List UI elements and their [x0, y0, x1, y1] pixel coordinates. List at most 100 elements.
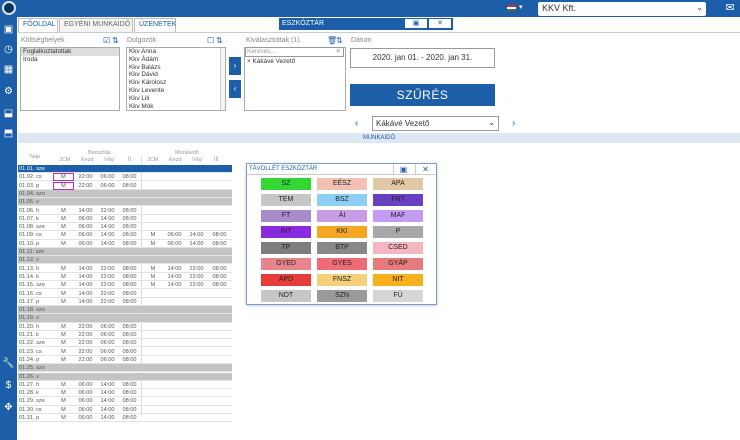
- table-cell[interactable]: 22:00: [97, 298, 118, 306]
- table-cell[interactable]: 14:00: [97, 381, 118, 389]
- table-cell[interactable]: 06:00: [75, 223, 96, 231]
- table-row[interactable]: 01.28. k M 06:00 14:00 08:00: [18, 389, 232, 398]
- table-cell[interactable]: 08:00: [119, 414, 140, 422]
- table-row[interactable]: 01.08. sze M 06:00 14:00 08:00: [18, 223, 232, 232]
- save-icon[interactable]: ▣: [405, 19, 427, 28]
- table-cell[interactable]: 22:00: [75, 356, 96, 364]
- table-row[interactable]: 01.15. sze M 14:00 22:00 08:00 M 14:00 22:00 08:…: [18, 281, 232, 290]
- filter-button[interactable]: SZŰRÉS: [350, 84, 495, 106]
- table-row[interactable]: 01.03. p M 22:00 06:00 08:00: [18, 181, 232, 190]
- table-cell[interactable]: 01.01. sze: [18, 165, 52, 173]
- prev-worker-icon[interactable]: ‹: [355, 118, 358, 129]
- table-row[interactable]: 01.25. szo: [18, 364, 232, 373]
- table-cell[interactable]: 08:00: [208, 240, 231, 248]
- table-cell[interactable]: 14:00: [97, 406, 118, 414]
- table-cell[interactable]: 06:00: [75, 397, 96, 405]
- clear-icon[interactable]: ✕: [336, 48, 341, 56]
- absence-code-button[interactable]: ÁI: [317, 210, 367, 222]
- table-row[interactable]: 01.05. v: [18, 198, 232, 207]
- absence-code-button[interactable]: FÜ: [373, 290, 423, 302]
- table-row[interactable]: 01.10. p M 06:00 14:00 08:00 M 06:00 14:00 08:00: [18, 240, 232, 248]
- employees-list[interactable]: Kkv Anna Kkv Ádám Kkv Balázs Kkv Dávid K…: [126, 47, 226, 111]
- table-cell[interactable]: 14:00: [97, 231, 118, 239]
- table-cell[interactable]: 08:00: [119, 273, 140, 281]
- mail-icon[interactable]: ✉: [724, 2, 736, 14]
- check-all-icon[interactable]: ☑: [103, 36, 110, 45]
- absence-code-button[interactable]: FT: [261, 210, 311, 222]
- absence-code-button[interactable]: FNSZ: [317, 274, 367, 286]
- calendar-icon[interactable]: ▦: [2, 63, 15, 76]
- list-item[interactable]: Kkv Balázs: [127, 64, 225, 72]
- table-row[interactable]: 01.21. k M 22:00 06:00 08:00: [18, 331, 232, 340]
- table-cell[interactable]: 22:00: [75, 339, 96, 347]
- checkbox-icon[interactable]: ☐: [207, 36, 214, 45]
- next-worker-icon[interactable]: ›: [512, 118, 515, 129]
- close-icon[interactable]: ✕: [429, 19, 451, 28]
- chevron-down-icon[interactable]: ▾: [519, 3, 523, 11]
- table-cell[interactable]: 08:00: [119, 298, 140, 306]
- table-cell[interactable]: 01.29. sze: [18, 397, 52, 405]
- list-item[interactable]: Kkv Levente: [127, 87, 225, 95]
- inbox-icon[interactable]: ⬓: [2, 107, 15, 120]
- table-cell[interactable]: 01.20. h: [18, 323, 52, 331]
- table-cell[interactable]: 01.22. sze: [18, 339, 52, 347]
- table-cell[interactable]: 14:00: [75, 298, 96, 306]
- table-cell[interactable]: 14:00: [75, 273, 96, 281]
- sort-icon[interactable]: ⇅: [216, 36, 223, 45]
- table-cell[interactable]: 08:00: [208, 281, 231, 289]
- absence-code-button[interactable]: EÉSZ: [317, 178, 367, 190]
- list-item[interactable]: Kkv Anna: [127, 48, 225, 56]
- table-cell[interactable]: 01.16. cs: [18, 290, 52, 298]
- table-cell[interactable]: 06:00: [97, 331, 118, 339]
- absence-code-button[interactable]: INT: [261, 226, 311, 238]
- table-cell[interactable]: 08:00: [119, 223, 140, 231]
- table-cell[interactable]: 01.31. p: [18, 414, 52, 422]
- table-cell[interactable]: 01.10. p: [18, 240, 52, 248]
- table-row[interactable]: 01.14. k M 14:00 22:00 08:00 M 14:00 22:00 08:00: [18, 273, 232, 282]
- table-cell[interactable]: 06:00: [97, 173, 118, 181]
- tab-individual-worktime[interactable]: EGYÉNI MUNKAIDŐ: [59, 18, 133, 32]
- tab-home[interactable]: FŐOLDAL: [18, 18, 58, 32]
- table-row[interactable]: 01.18. szo: [18, 306, 232, 315]
- table-cell[interactable]: 08:00: [119, 381, 140, 389]
- table-cell[interactable]: 22:00: [186, 273, 207, 281]
- search-input[interactable]: Keresés... ✕: [245, 47, 344, 57]
- wrench-icon[interactable]: 🔧: [2, 357, 15, 370]
- list-item[interactable]: Foglalkoztatottak: [21, 48, 119, 56]
- table-cell[interactable]: 22:00: [186, 265, 207, 273]
- table-cell[interactable]: 14:00: [186, 231, 207, 239]
- table-cell[interactable]: 06:00: [97, 339, 118, 347]
- absence-code-button[interactable]: SZ: [261, 178, 311, 190]
- table-cell[interactable]: 01.24. p: [18, 356, 52, 364]
- table-row[interactable]: 01.20. h M 22:00 06:00 08:00: [18, 323, 232, 331]
- table-cell[interactable]: 08:00: [119, 182, 140, 190]
- table-row[interactable]: 01.11. szo: [18, 248, 232, 257]
- table-cell[interactable]: M: [53, 215, 74, 223]
- table-cell[interactable]: 08:00: [119, 356, 140, 364]
- selected-item[interactable]: × Kákávé Vezető: [245, 58, 345, 66]
- table-cell[interactable]: 01.28. k: [18, 389, 52, 397]
- table-cell[interactable]: 01.27. h: [18, 381, 52, 389]
- table-cell[interactable]: M: [53, 181, 74, 190]
- absence-code-button[interactable]: BTP: [317, 242, 367, 254]
- cost-centers-list[interactable]: Foglalkoztatottak Iroda: [20, 47, 120, 111]
- table-cell[interactable]: 08:00: [119, 265, 140, 273]
- absence-code-button[interactable]: P: [373, 226, 423, 238]
- absence-code-button[interactable]: GYES: [317, 258, 367, 270]
- table-cell[interactable]: 06:00: [97, 323, 118, 331]
- table-cell[interactable]: 01.03. p: [18, 182, 52, 190]
- absence-code-button[interactable]: NIT: [373, 274, 423, 286]
- add-right-button[interactable]: ›: [229, 57, 241, 75]
- table-row[interactable]: 01.13. h M 14:00 22:00 08:00 M 14:00 22:00 08:00: [18, 265, 232, 273]
- table-cell[interactable]: 22:00: [75, 348, 96, 356]
- table-cell[interactable]: M: [53, 240, 74, 248]
- table-cell[interactable]: 06:00: [75, 215, 96, 223]
- table-cell[interactable]: 01.05. v: [18, 198, 52, 206]
- list-item[interactable]: Kkv Lili: [127, 95, 225, 103]
- table-cell[interactable]: 14:00: [97, 215, 118, 223]
- table-cell[interactable]: 06:00: [97, 348, 118, 356]
- table-cell[interactable]: 08:00: [119, 406, 140, 414]
- table-cell[interactable]: 06:00: [75, 406, 96, 414]
- table-cell[interactable]: 06:00: [164, 231, 185, 239]
- table-row[interactable]: 01.31. p M 06:00 14:00 08:00: [18, 414, 232, 423]
